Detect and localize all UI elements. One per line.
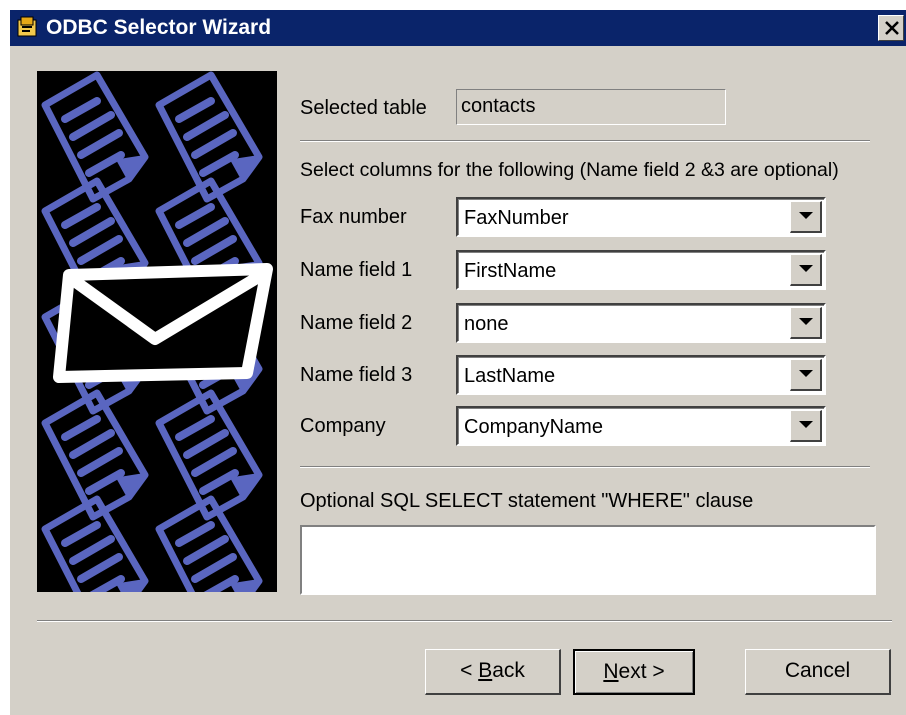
back-button-mnemonic: B <box>478 659 493 682</box>
name-field-2-value: none <box>464 313 509 335</box>
close-button[interactable] <box>878 15 904 41</box>
selected-table-field: contacts <box>456 89 726 125</box>
name-field-2-dropdown-button[interactable] <box>790 307 822 339</box>
back-button-label: ack <box>492 659 525 682</box>
separator-middle <box>300 466 870 468</box>
name-field-3-select[interactable]: LastName <box>456 355 826 395</box>
where-clause-label: Optional SQL SELECT statement "WHERE" cl… <box>300 490 754 512</box>
where-clause-input[interactable] <box>300 525 876 595</box>
next-button-mnemonic: N <box>603 660 619 683</box>
back-button-prefix: < <box>460 659 479 682</box>
company-dropdown-button[interactable] <box>790 410 822 442</box>
selected-table-label: Selected table <box>300 97 427 119</box>
name-field-2-label: Name field 2 <box>300 312 413 334</box>
fax-number-value: FaxNumber <box>464 207 569 229</box>
name-field-2-select[interactable]: none <box>456 303 826 343</box>
back-button[interactable]: < Back <box>425 649 561 695</box>
odbc-selector-wizard-dialog: ODBC Selector Wizard Selected table cont… <box>10 10 906 715</box>
wizard-app-icon <box>16 16 40 40</box>
dropdown-arrow-icon <box>799 421 813 428</box>
company-label: Company <box>300 415 386 437</box>
selected-table-value: contacts <box>461 95 536 117</box>
fax-number-select[interactable]: FaxNumber <box>456 197 826 237</box>
name-field-3-label: Name field 3 <box>300 364 413 386</box>
fax-number-label: Fax number <box>300 206 407 228</box>
columns-instruction: Select columns for the following (Name f… <box>300 159 839 181</box>
dropdown-arrow-icon <box>799 212 813 219</box>
dropdown-arrow-icon <box>799 370 813 377</box>
dropdown-arrow-icon <box>799 318 813 325</box>
cancel-button[interactable]: Cancel <box>745 649 891 695</box>
separator-top <box>300 140 870 142</box>
name-field-1-dropdown-button[interactable] <box>790 254 822 286</box>
name-field-1-value: FirstName <box>464 260 557 282</box>
name-field-3-dropdown-button[interactable] <box>790 359 822 391</box>
next-button-label: ext > <box>618 660 665 683</box>
separator-bottom <box>37 620 892 622</box>
window-title: ODBC Selector Wizard <box>46 16 272 39</box>
name-field-1-label: Name field 1 <box>300 259 413 281</box>
next-button[interactable]: Next > <box>573 649 695 695</box>
envelope-icon <box>53 263 273 383</box>
title-bar[interactable]: ODBC Selector Wizard <box>10 10 906 46</box>
dropdown-arrow-icon <box>799 265 813 272</box>
fax-number-dropdown-button[interactable] <box>790 201 822 233</box>
wizard-side-artwork <box>37 71 277 592</box>
name-field-3-value: LastName <box>464 365 556 387</box>
company-value: CompanyName <box>464 416 603 438</box>
close-icon <box>885 21 899 35</box>
name-field-1-select[interactable]: FirstName <box>456 250 826 290</box>
company-select[interactable]: CompanyName <box>456 406 826 446</box>
